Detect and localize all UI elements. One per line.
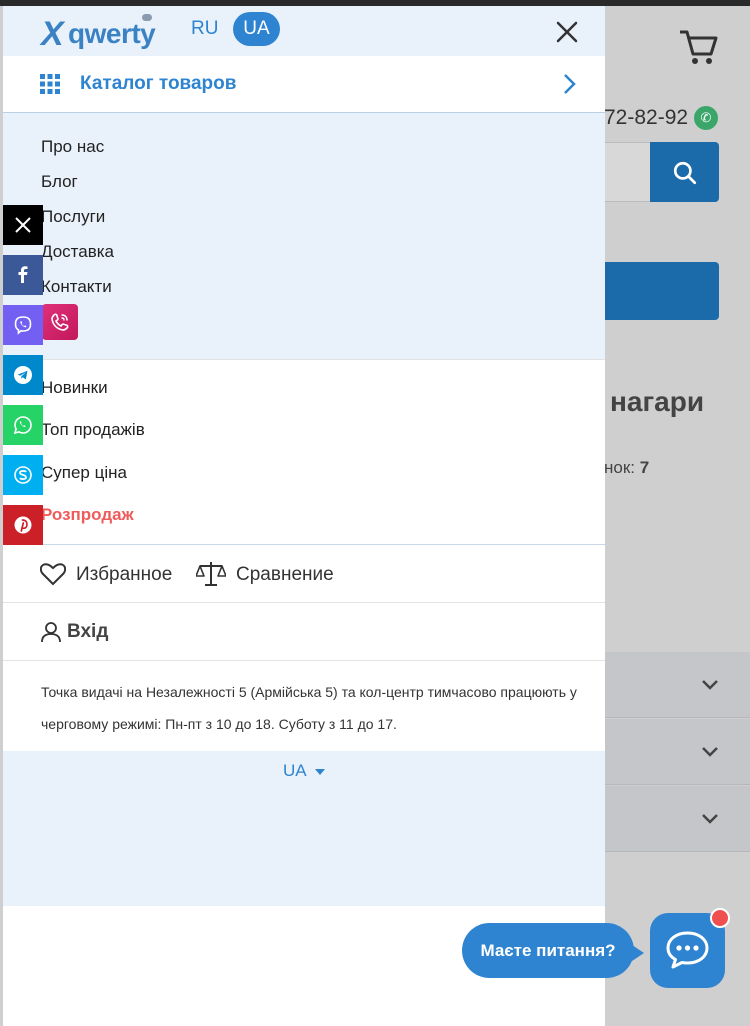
language-select[interactable]: UA [283, 761, 325, 781]
menu-link-about[interactable]: Про нас [41, 137, 104, 157]
catalog-label: Каталог товаров [80, 73, 237, 94]
menu-link-blog[interactable]: Блог [41, 172, 78, 192]
share-whatsapp-button[interactable] [3, 405, 43, 445]
share-skype-button[interactable] [3, 455, 43, 495]
site-logo[interactable]: X qwerty [41, 12, 165, 53]
telegram-icon [14, 366, 32, 384]
info-links-section: Про нас Блог Послуги Доставка Контакти [3, 113, 605, 359]
grid-icon [40, 74, 60, 94]
close-icon[interactable] [554, 19, 580, 45]
chat-bubble-icon [666, 931, 709, 969]
page-heading: нагари [610, 386, 705, 417]
cart-icon[interactable] [676, 26, 720, 70]
menu-link-delivery[interactable]: Доставка [41, 242, 114, 262]
lang-ua-button[interactable]: UA [233, 12, 280, 46]
viber-phone-icon [51, 313, 69, 331]
skype-icon [14, 466, 32, 484]
login-row[interactable]: Вхід [3, 603, 605, 661]
menu-link-top-sales[interactable]: Топ продажів [41, 420, 145, 440]
promo-links-section: Новинки Топ продажів Супер ціна Розпрода… [3, 359, 605, 545]
phone-number[interactable]: 72-82-92 [604, 106, 688, 130]
menu-link-super-price[interactable]: Супер ціна [41, 463, 127, 483]
chevron-right-icon [564, 74, 576, 94]
favorites-compare-row: Избранное Сравнение [3, 546, 605, 603]
chevron-down-icon [702, 814, 718, 824]
caret-down-icon [314, 768, 325, 775]
logo-badge [142, 14, 152, 21]
working-hours-notice: Точка видачі на Незалежності 5 (Армійськ… [41, 684, 577, 732]
chevron-down-icon [702, 747, 718, 757]
compare-link[interactable]: Сравнение [236, 564, 334, 586]
mobile-menu-drawer: X qwerty RU UA Каталог товаров Про нас Б… [3, 6, 605, 1026]
lang-ru-button[interactable]: RU [191, 18, 218, 40]
language-select-value: UA [283, 761, 307, 780]
share-x-button[interactable] [3, 205, 43, 245]
share-pinterest-button[interactable] [3, 505, 43, 545]
favorites-link[interactable]: Избранное [76, 564, 172, 586]
search-button[interactable] [650, 142, 719, 202]
viber-call-button[interactable] [42, 304, 78, 340]
compare-scales-icon[interactable] [196, 560, 226, 588]
menu-link-contacts[interactable]: Контакти [41, 277, 112, 297]
primary-action-button[interactable] [604, 262, 719, 320]
user-icon [41, 622, 61, 643]
menu-link-services[interactable]: Послуги [41, 207, 105, 227]
chat-prompt-bubble[interactable]: Маєте питання? [462, 923, 644, 978]
heart-icon[interactable] [40, 562, 66, 586]
login-link: Вхід [67, 621, 109, 642]
logo-mark: X [41, 15, 64, 53]
drawer-header: X qwerty RU UA [3, 6, 605, 56]
result-count: нок: 7 [604, 458, 650, 477]
whatsapp-icon [13, 416, 32, 435]
accordion-item[interactable] [604, 786, 750, 852]
chevron-down-icon [702, 680, 718, 690]
search-input[interactable] [604, 142, 652, 202]
viber-icon [14, 316, 32, 335]
facebook-icon [18, 266, 28, 283]
share-telegram-button[interactable] [3, 355, 43, 395]
accordion-item[interactable] [604, 719, 750, 785]
search-icon [673, 161, 697, 185]
menu-link-new[interactable]: Новинки [41, 378, 108, 398]
share-facebook-button[interactable] [3, 255, 43, 295]
catalog-menu-item[interactable]: Каталог товаров [3, 56, 605, 113]
chat-notification-dot [710, 908, 730, 928]
accordion-item[interactable] [604, 652, 750, 718]
menu-link-sale[interactable]: Розпродаж [41, 505, 134, 525]
share-viber-button[interactable] [3, 305, 43, 345]
x-icon [15, 217, 31, 233]
logo-wordmark: qwerty [68, 18, 156, 49]
language-section: UA [3, 751, 605, 906]
phone-status-icon: ✆ [694, 106, 718, 130]
pinterest-icon [14, 516, 32, 534]
